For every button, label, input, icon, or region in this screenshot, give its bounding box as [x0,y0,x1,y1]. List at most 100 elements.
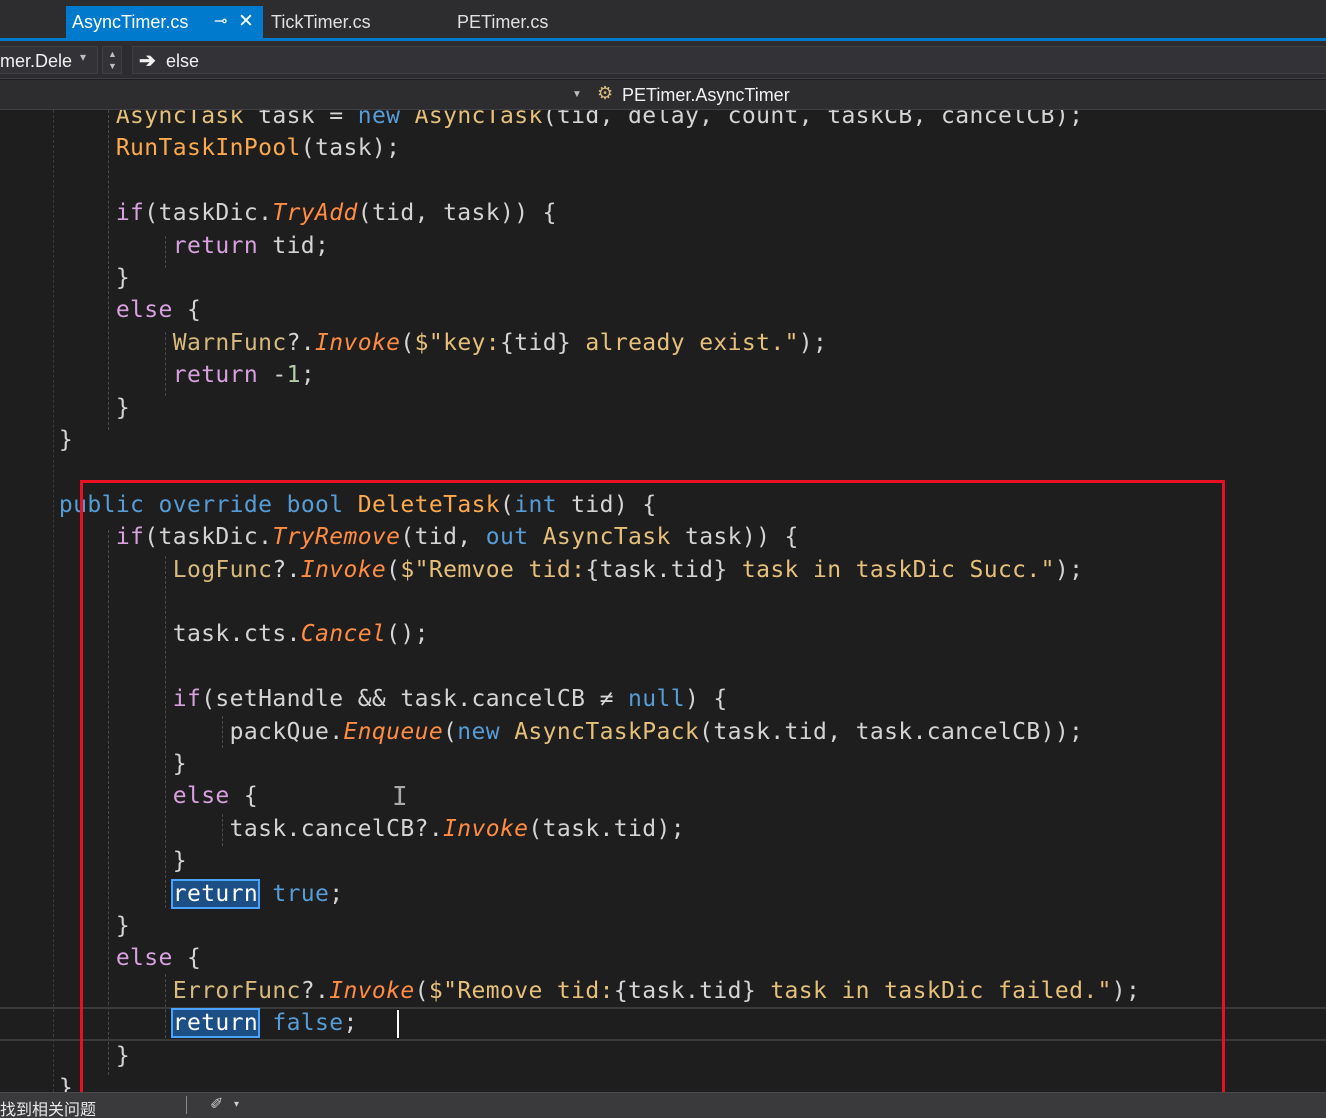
code-token: return [170,878,261,909]
chevron-down-icon[interactable]: ▼ [572,89,582,100]
code-line[interactable]: } [2,424,73,456]
code-token: tid) { [556,491,657,518]
status-separator [186,1096,187,1114]
chevron-up-icon[interactable]: ▲ [108,49,117,59]
tab-petimer[interactable]: PETimer.cs [451,6,621,38]
code-editor[interactable]: AsyncTask task = new AsyncTask(tid, dela… [0,110,1326,1092]
code-token: LogFunc [172,556,273,583]
code-token: (); [386,621,429,648]
code-token: RunTaskInPool [115,135,301,162]
tab-label: PETimer.cs [457,12,549,32]
code-line[interactable]: ErrorFunc?.Invoke($"Remove tid:{task.tid… [2,975,1140,1007]
code-token: packQue. [2,718,344,745]
code-token: { [172,297,202,324]
code-token: ); [1054,556,1084,583]
tab-ticktimer[interactable]: TickTimer.cs [265,6,435,38]
code-token: bool [286,491,344,518]
code-line[interactable]: LogFunc?.Invoke($"Remvoe tid:{task.tid} … [2,554,1083,586]
ibeam-cursor-icon: I [392,782,408,812]
code-token: true [272,880,330,907]
code-line[interactable]: } [2,1040,130,1072]
code-token: (tid, delay, count, taskCB, cancelCB); [542,110,1084,129]
broom-icon[interactable]: ✐ [210,1094,223,1114]
code-token: task.cancelCB?. [2,815,444,842]
code-token: task)) { [670,524,799,551]
code-token: } [2,1042,131,1069]
code-line[interactable]: else { [2,294,201,326]
tab-asynctimer[interactable]: AsyncTimer.cs ⊸ ✕ [66,6,263,38]
code-line[interactable]: return true; [2,878,344,910]
code-line[interactable]: if(taskDic.TryRemove(tid, out AsyncTask … [2,521,799,553]
code-token: ( [414,977,429,1004]
code-token: } [2,427,74,453]
code-line[interactable]: else { [2,942,201,974]
code-line[interactable]: AsyncTask task = new AsyncTask(tid, dela… [2,110,1083,132]
code-token: ); [1111,977,1141,1004]
code-token: } [2,265,131,291]
code-area[interactable]: AsyncTask task = new AsyncTask(tid, dela… [0,110,1326,1092]
code-line[interactable]: WarnFunc?.Invoke($"key:{tid} already exi… [2,327,827,359]
code-line[interactable]: task.cancelCB?.Invoke(task.tid); [2,813,685,845]
class-label: PETimer.AsyncTimer [622,85,790,105]
code-token: new [357,110,401,129]
status-text: 找到相关问题 [0,1102,97,1118]
code-token: out [485,524,529,551]
code-line[interactable]: RunTaskInPool(task); [2,132,400,164]
code-token: TryAdd [272,200,358,227]
code-token: (tid, task)) { [357,200,557,227]
code-line[interactable]: } [2,910,130,942]
close-icon[interactable]: ✕ [238,6,254,38]
code-line[interactable]: public override bool DeleteTask(int tid)… [2,489,657,521]
code-token: DeleteTask [357,491,501,518]
code-token: (taskDic. [144,524,273,551]
code-token: task in taskDic Succ." [727,556,1055,583]
code-line[interactable]: task.cts.Cancel(); [2,618,429,650]
code-token: (taskDic. [144,200,273,227]
code-line[interactable]: return false; [2,1007,358,1039]
chevron-down-icon: ▾ [80,50,87,64]
code-token: ; [343,1010,358,1037]
code-token: ( [500,491,515,518]
code-token: 1 [286,362,301,389]
code-line[interactable]: } [2,845,187,877]
code-token: return [170,1008,261,1039]
code-token: ( [386,556,401,583]
code-line[interactable]: packQue.Enqueue(new AsyncTaskPack(task.t… [2,716,1083,748]
code-line[interactable]: if(taskDic.TryAdd(tid, task)) { [2,197,557,229]
code-token: Invoke [329,977,415,1004]
code-token: $"Remove tid: [428,977,614,1004]
code-line[interactable]: } [2,392,130,424]
statement-dropdown[interactable]: ➔ else [132,46,1326,74]
code-token: ?. [300,977,330,1004]
code-token: tid; [258,232,330,259]
code-token: Invoke [443,815,529,842]
code-token: public [58,491,145,518]
code-line[interactable]: return -1; [2,359,315,391]
code-line[interactable]: } [2,1072,73,1092]
code-token: if [115,200,145,227]
chevron-down-icon[interactable]: ▾ [234,1099,239,1110]
code-line[interactable]: } [2,748,187,780]
code-token: } [2,1075,74,1092]
code-line[interactable]: else { [2,780,258,812]
code-token: ) { [684,686,728,713]
code-token: already exist." [571,329,799,356]
code-line[interactable]: if(setHandle && task.cancelCB ≠ null) { [2,683,728,715]
chevron-down-icon[interactable]: ▼ [108,61,117,71]
scope-spinner[interactable]: ▲ ▼ [102,46,122,74]
code-line[interactable]: return tid; [2,230,329,262]
navigation-bar: mer.Dele ▾ ▲ ▼ ➔ else [0,41,1326,79]
code-token: ( [443,718,458,745]
code-line[interactable]: } [2,262,130,294]
pin-icon[interactable]: ⊸ [214,6,227,38]
member-dropdown[interactable]: mer.Dele ▾ [0,46,98,74]
